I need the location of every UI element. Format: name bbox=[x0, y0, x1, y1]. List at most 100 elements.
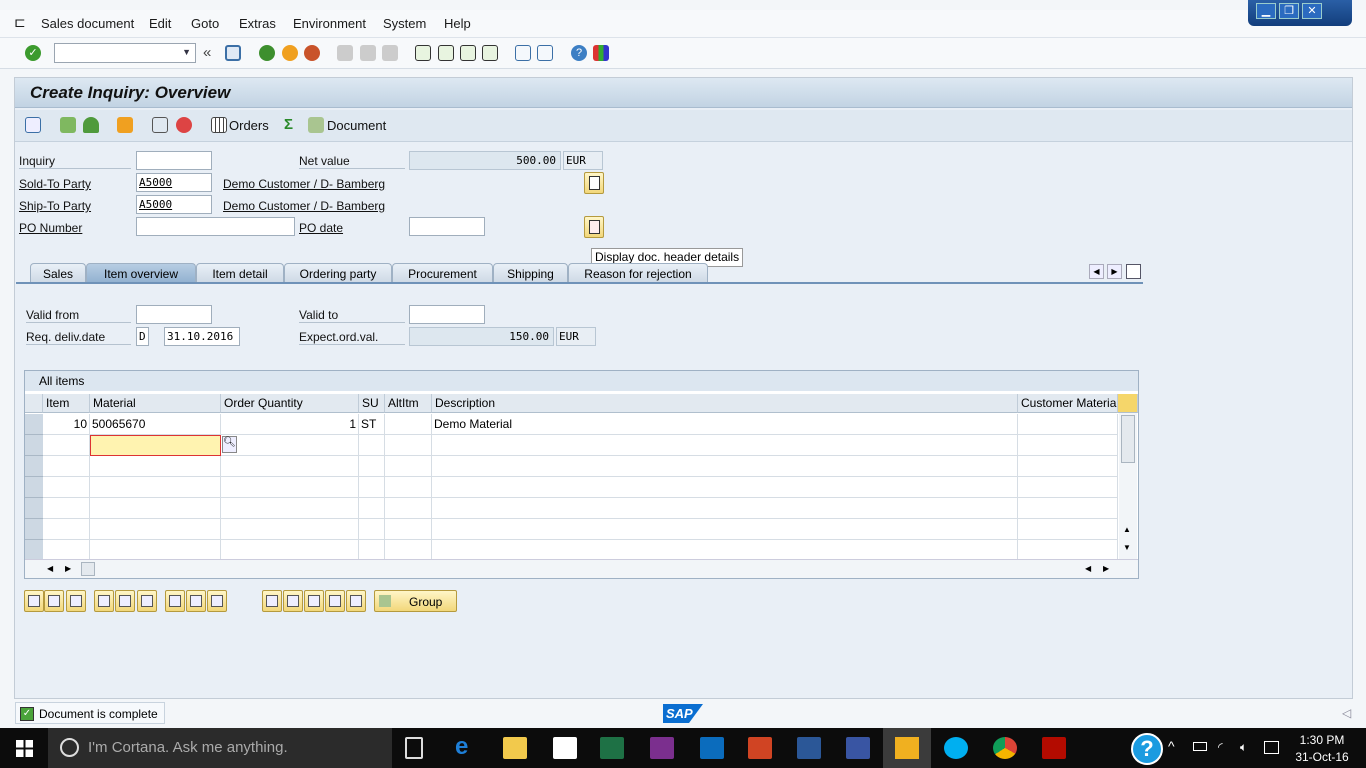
tab-reason-for-rejection[interactable]: Reason for rejection bbox=[568, 263, 708, 282]
req-deliv-date-type[interactable]: D bbox=[136, 327, 149, 346]
ship-to-party-input[interactable]: A5000 bbox=[136, 195, 212, 214]
tab-list-icon[interactable] bbox=[1126, 264, 1141, 279]
command-field[interactable] bbox=[54, 43, 196, 63]
hscroll-thumb[interactable] bbox=[81, 562, 95, 576]
column-header-item[interactable]: Item bbox=[43, 394, 90, 413]
menu-extras[interactable]: Extras bbox=[239, 16, 276, 31]
tab-shipping[interactable]: Shipping bbox=[493, 263, 568, 282]
cell-description[interactable] bbox=[432, 435, 1018, 456]
excel-icon[interactable] bbox=[600, 737, 624, 759]
tab-procurement[interactable]: Procurement bbox=[392, 263, 493, 282]
header-icon[interactable] bbox=[60, 117, 76, 133]
last-page-icon[interactable] bbox=[482, 45, 498, 61]
edge-icon[interactable]: e bbox=[455, 735, 479, 759]
cell-su[interactable] bbox=[359, 498, 385, 519]
save-icon[interactable] bbox=[225, 45, 241, 61]
cell-altitm[interactable] bbox=[385, 456, 432, 477]
cell-customer-material[interactable] bbox=[1018, 498, 1118, 519]
document-flow-button[interactable] bbox=[165, 590, 185, 612]
find-icon[interactable] bbox=[360, 45, 376, 61]
row-selector[interactable] bbox=[25, 477, 43, 498]
select-all-button[interactable] bbox=[115, 590, 135, 612]
help-tray-icon[interactable]: ? bbox=[1131, 733, 1163, 765]
clock[interactable]: 1:30 PM 31-Oct-16 bbox=[1292, 732, 1352, 766]
ship-to-party-name[interactable]: Demo Customer / D- Bamberg bbox=[223, 199, 385, 213]
row-selector[interactable] bbox=[25, 456, 43, 477]
cell-customer-material[interactable] bbox=[1018, 414, 1118, 435]
ship-to-party-label[interactable]: Ship-To Party bbox=[19, 199, 91, 213]
cell-customer-material[interactable] bbox=[1018, 456, 1118, 477]
column-header-su[interactable]: SU bbox=[359, 394, 385, 413]
cell-order-quantity[interactable] bbox=[221, 540, 359, 561]
row-selector[interactable] bbox=[25, 435, 43, 456]
column-header-material[interactable]: Material bbox=[90, 394, 221, 413]
scroll-left-icon[interactable]: ◀ bbox=[47, 564, 53, 573]
cell-item[interactable]: 10 bbox=[43, 414, 90, 435]
details-button[interactable] bbox=[24, 590, 44, 612]
menu-help[interactable]: Help bbox=[444, 16, 471, 31]
orders-home-icon[interactable] bbox=[117, 117, 133, 133]
status-expand-icon[interactable]: ◁ bbox=[1342, 706, 1351, 720]
configuration-button[interactable] bbox=[283, 590, 303, 612]
skype-icon[interactable] bbox=[944, 737, 968, 759]
word-icon[interactable] bbox=[797, 737, 821, 759]
valid-from-input[interactable] bbox=[136, 305, 212, 324]
battery-icon[interactable] bbox=[1193, 742, 1207, 751]
menu-sales-document[interactable]: Sales document bbox=[41, 16, 134, 31]
sold-to-party-name[interactable]: Demo Customer / D- Bamberg bbox=[223, 177, 385, 191]
deselect-all-button[interactable] bbox=[137, 590, 157, 612]
cell-order-quantity[interactable]: 1 bbox=[221, 414, 359, 435]
sold-to-party-input[interactable]: A5000 bbox=[136, 173, 212, 192]
cancel-icon[interactable] bbox=[304, 45, 320, 61]
help-icon[interactable]: ? bbox=[571, 45, 587, 61]
back-double-icon[interactable]: « bbox=[203, 44, 219, 61]
cell-order-quantity[interactable] bbox=[221, 477, 359, 498]
cell-item[interactable] bbox=[43, 477, 90, 498]
row-selector[interactable] bbox=[25, 540, 43, 561]
cell-order-quantity[interactable] bbox=[221, 435, 359, 456]
document-flow-icon[interactable] bbox=[308, 117, 324, 133]
delete-icon[interactable] bbox=[176, 117, 192, 133]
windows-start-icon[interactable] bbox=[16, 740, 33, 757]
horizontal-scrollbar[interactable]: ◀ ▶ ◀ ▶ bbox=[25, 559, 1138, 578]
print-icon[interactable] bbox=[337, 45, 353, 61]
outlook-icon[interactable] bbox=[700, 737, 724, 759]
cell-customer-material[interactable] bbox=[1018, 519, 1118, 540]
close-icon[interactable]: ✕ bbox=[1302, 3, 1322, 19]
shortcut-icon[interactable] bbox=[537, 45, 553, 61]
filter-button[interactable] bbox=[346, 590, 366, 612]
restore-icon[interactable]: ❐ bbox=[1279, 3, 1299, 19]
delete-row-button[interactable] bbox=[66, 590, 86, 612]
back-icon[interactable] bbox=[259, 45, 275, 61]
column-settings-icon[interactable] bbox=[1118, 394, 1138, 413]
cell-altitm[interactable] bbox=[385, 414, 432, 435]
visio-icon[interactable] bbox=[846, 737, 870, 759]
po-date-label[interactable]: PO date bbox=[299, 221, 343, 235]
find-next-icon[interactable] bbox=[382, 45, 398, 61]
new-session-icon[interactable] bbox=[515, 45, 531, 61]
cell-customer-material[interactable] bbox=[1018, 477, 1118, 498]
cell-description[interactable] bbox=[432, 519, 1018, 540]
group-button[interactable]: Group bbox=[374, 590, 457, 612]
sum-icon[interactable]: Σ bbox=[284, 116, 300, 133]
cell-altitm[interactable] bbox=[385, 519, 432, 540]
row-selector[interactable] bbox=[25, 414, 43, 435]
menu-environment[interactable]: Environment bbox=[293, 16, 366, 31]
po-date-input[interactable] bbox=[409, 217, 485, 236]
wifi-icon[interactable]: ◜ bbox=[1218, 740, 1223, 754]
tab-scroll-right[interactable]: ▶ bbox=[1107, 264, 1122, 279]
vertical-scrollbar[interactable]: ▲ ▼ bbox=[1119, 413, 1137, 559]
cell-material[interactable] bbox=[90, 519, 221, 540]
tab-item-detail[interactable]: Item detail bbox=[196, 263, 284, 282]
cell-material[interactable] bbox=[90, 498, 221, 519]
cell-material[interactable] bbox=[90, 435, 221, 456]
display-flow-button[interactable] bbox=[186, 590, 206, 612]
column-header-description[interactable]: Description bbox=[432, 394, 1018, 413]
cell-item[interactable] bbox=[43, 498, 90, 519]
onenote-icon[interactable] bbox=[650, 737, 674, 759]
previous-page-icon[interactable] bbox=[438, 45, 454, 61]
cell-order-quantity[interactable] bbox=[221, 498, 359, 519]
cell-description[interactable] bbox=[432, 540, 1018, 561]
cell-su[interactable] bbox=[359, 519, 385, 540]
inquiry-input[interactable] bbox=[136, 151, 212, 170]
